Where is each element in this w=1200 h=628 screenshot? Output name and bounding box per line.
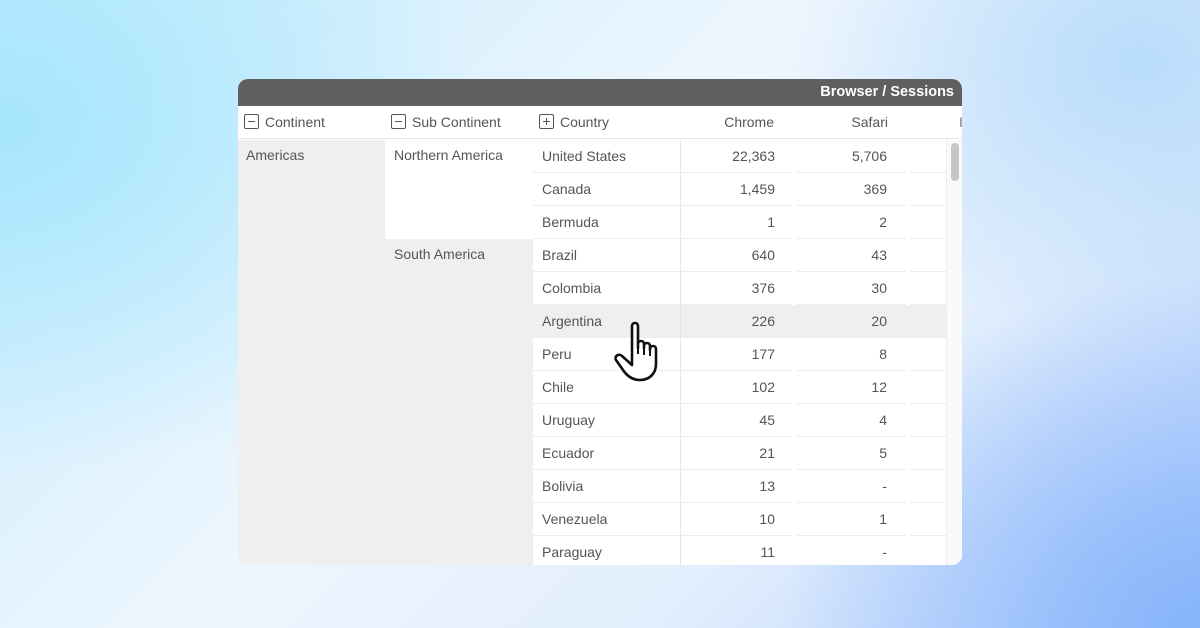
table-row[interactable]: Uruguay 45 4 <box>533 404 946 437</box>
next-column-cell <box>910 206 946 239</box>
next-column-cell <box>910 140 946 173</box>
next-column-cell <box>910 437 946 470</box>
chrome-sessions-cell: 177 <box>681 338 792 371</box>
safari-sessions-cell: 30 <box>797 272 905 305</box>
table-row[interactable]: Ecuador 21 5 <box>533 437 946 470</box>
next-column-cell <box>910 338 946 371</box>
header-next-column[interactable]: I <box>959 106 962 139</box>
header-safari[interactable]: Safari <box>795 106 888 139</box>
header-sub-continent-label: Sub Continent <box>412 114 501 130</box>
chrome-sessions-cell: 226 <box>681 305 792 338</box>
safari-sessions-cell: 1 <box>797 503 905 536</box>
table-row[interactable]: Paraguay 11- <box>533 536 946 565</box>
collapse-continent-icon[interactable] <box>244 114 259 129</box>
country-cell: Colombia <box>533 272 681 305</box>
chrome-sessions-cell: 10 <box>681 503 792 536</box>
table-row[interactable]: Chile 102 12 <box>533 371 946 404</box>
safari-sessions-cell: 5,706 <box>797 140 905 173</box>
chrome-sessions-cell: 640 <box>681 239 792 272</box>
chrome-sessions-cell: 1,459 <box>681 173 792 206</box>
next-column-cell <box>910 536 946 565</box>
safari-sessions-cell: 369 <box>797 173 905 206</box>
safari-sessions-cell: 12 <box>797 371 905 404</box>
header-sub-continent: Sub Continent <box>391 106 501 139</box>
table-row[interactable]: Bolivia 13- <box>533 470 946 503</box>
chrome-sessions-cell: 21 <box>681 437 792 470</box>
next-column-cell <box>910 272 946 305</box>
next-column-cell <box>910 404 946 437</box>
header-country-label: Country <box>560 114 610 130</box>
country-cell: Uruguay <box>533 404 681 437</box>
chrome-sessions-cell: 13 <box>681 470 792 503</box>
country-cell: Brazil <box>533 239 681 272</box>
chrome-sessions-cell: 376 <box>681 272 792 305</box>
safari-sessions-cell: 5 <box>797 437 905 470</box>
table-body: Americas Northern America South America U… <box>238 140 962 565</box>
next-column-cell <box>910 305 946 338</box>
country-rows: United States 22,363 5,706 Canada 1,459 369 Be… <box>533 140 946 565</box>
country-cell: Ecuador <box>533 437 681 470</box>
next-column-cell <box>910 503 946 536</box>
next-column-cell <box>910 371 946 404</box>
table-row[interactable]: Brazil 640 43 <box>533 239 946 272</box>
header-continent: Continent <box>244 106 325 139</box>
country-cell: Bermuda <box>533 206 681 239</box>
chrome-sessions-cell: 1 <box>681 206 792 239</box>
chrome-sessions-cell: 102 <box>681 371 792 404</box>
country-cell: Paraguay <box>533 536 681 565</box>
safari-sessions-cell: 2 <box>797 206 905 239</box>
panel-title: Browser / Sessions <box>238 79 962 106</box>
next-column-cell <box>910 470 946 503</box>
country-cell: United States <box>533 140 681 173</box>
chrome-sessions-cell: 11 <box>681 536 792 565</box>
continent-cell[interactable]: Americas <box>238 140 385 565</box>
country-cell: Canada <box>533 173 681 206</box>
header-country: Country <box>539 106 609 139</box>
hand-pointer-icon <box>614 321 658 382</box>
safari-sessions-cell: 20 <box>797 305 905 338</box>
safari-sessions-cell: - <box>797 536 905 565</box>
table-row[interactable]: Venezuela 10 1 <box>533 503 946 536</box>
sub-continent-cell[interactable]: Northern America <box>385 140 533 239</box>
next-column-cell <box>910 239 946 272</box>
pivot-table-panel: Browser / Sessions Continent Sub Contine… <box>238 79 962 565</box>
header-chrome[interactable]: Chrome <box>681 106 774 139</box>
column-header-row: Continent Sub Continent Country Chrome S… <box>238 106 962 139</box>
table-row[interactable]: Canada 1,459 369 <box>533 173 946 206</box>
safari-sessions-cell: - <box>797 470 905 503</box>
chrome-sessions-cell: 22,363 <box>681 140 792 173</box>
table-row[interactable]: United States 22,363 5,706 <box>533 140 946 173</box>
chrome-sessions-cell: 45 <box>681 404 792 437</box>
safari-sessions-cell: 4 <box>797 404 905 437</box>
sub-continent-cell[interactable]: South America <box>385 239 533 565</box>
scrollbar-thumb[interactable] <box>951 143 959 181</box>
safari-sessions-cell: 8 <box>797 338 905 371</box>
country-cell: Venezuela <box>533 503 681 536</box>
table-row[interactable]: Peru 177 8 <box>533 338 946 371</box>
collapse-sub-continent-icon[interactable] <box>391 114 406 129</box>
table-row[interactable]: Bermuda 1 2 <box>533 206 946 239</box>
safari-sessions-cell: 43 <box>797 239 905 272</box>
table-row[interactable]: Argentina 226 20 <box>533 305 946 338</box>
expand-country-icon[interactable] <box>539 114 554 129</box>
next-column-cell <box>910 173 946 206</box>
vertical-scrollbar[interactable] <box>946 140 962 565</box>
header-continent-label: Continent <box>265 114 325 130</box>
country-cell: Bolivia <box>533 470 681 503</box>
table-row[interactable]: Colombia 376 30 <box>533 272 946 305</box>
